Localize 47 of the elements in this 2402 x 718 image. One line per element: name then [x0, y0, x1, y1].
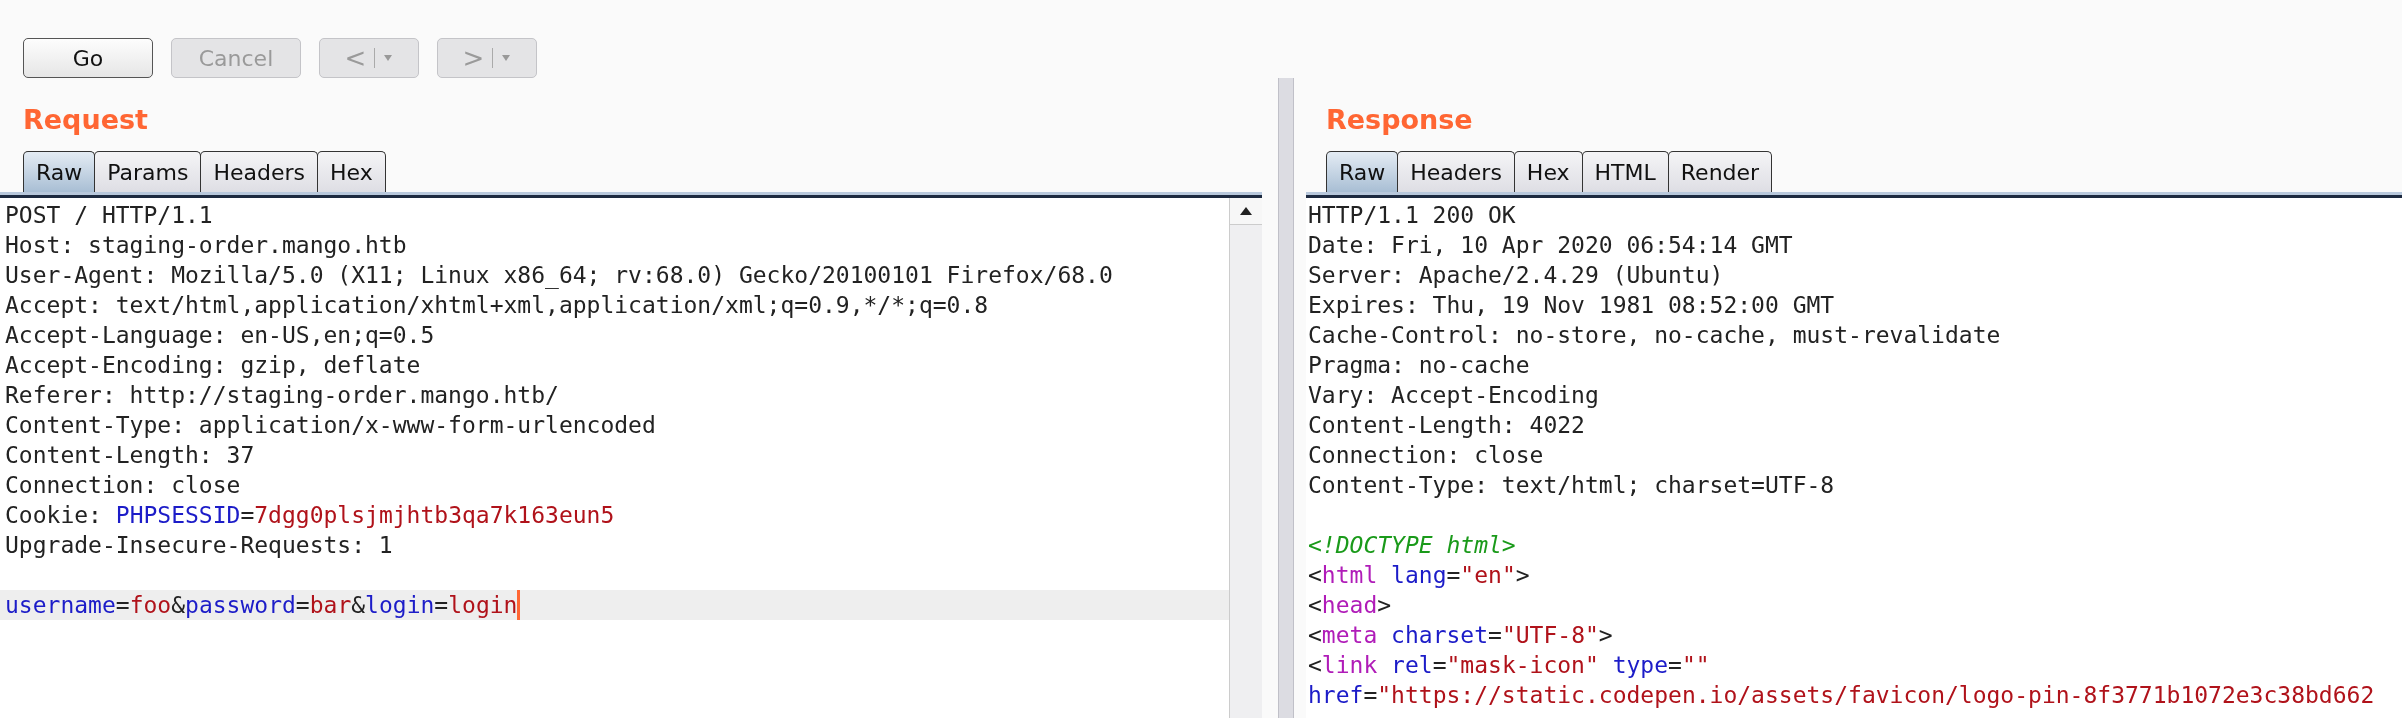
- code-line: href="https://static.codepen.io/assets/favicon/logo-pin-8f3771b1072e3c38bd662: [1307, 681, 2375, 710]
- code-line: Content-Type: application/x-www-form-urlencoded: [4, 411, 656, 440]
- scroll-up-button[interactable]: [1230, 198, 1262, 225]
- code-line: User-Agent: Mozilla/5.0 (X11; Linux x86_64; rv:68.0) Gecko/20100101 Firefox/68.0: [4, 261, 1113, 290]
- code-line: Connection: close: [1307, 441, 1544, 470]
- code-line: Host: staging-order.mango.htb: [4, 231, 407, 260]
- code-line: Date: Fri, 10 Apr 2020 06:54:14 GMT: [1307, 231, 1793, 260]
- pane-title: Request: [23, 104, 149, 137]
- code-line: Vary: Accept-Encoding: [1307, 381, 1599, 410]
- vertical-scrollbar[interactable]: [1229, 198, 1262, 718]
- code-line: Referer: http://staging-order.mango.htb/: [4, 381, 559, 410]
- toolbar-button[interactable]: Go: [23, 38, 153, 78]
- code-line: Accept: text/html,application/xhtml+xml,application/xml;q=0.9,*/*;q=0.8: [4, 291, 989, 320]
- code-line: Cache-Control: no-store, no-cache, must-revalidate: [1307, 321, 2001, 350]
- code-line: POST / HTTP/1.1: [4, 201, 213, 230]
- code-line: <link rel="mask-icon" type="": [1307, 651, 1710, 680]
- up-arrow-icon: [1239, 206, 1253, 216]
- code-line: <html lang="en">: [1307, 561, 1530, 590]
- code-line: Expires: Thu, 19 Nov 1981 08:52:00 GMT: [1307, 291, 1835, 320]
- code-line: <head>: [1307, 591, 1392, 620]
- code-line: Server: Apache/2.4.29 (Ubuntu): [1307, 261, 1724, 290]
- tab[interactable]: Hex: [1513, 151, 1583, 192]
- code-line: Upgrade-Insecure-Requests: 1: [4, 531, 393, 560]
- tab[interactable]: Raw: [23, 151, 96, 192]
- code-line: Content-Type: text/html; charset=UTF-8: [1307, 471, 1835, 500]
- code-line: Accept-Language: en-US,en;q=0.5: [4, 321, 435, 350]
- code-line: <!DOCTYPE html>: [1307, 531, 1516, 560]
- code-line: username=foo&password=bar&login=login: [0, 590, 521, 620]
- code-line: Pragma: no-cache: [1307, 351, 1530, 380]
- tab[interactable]: Render: [1667, 151, 1773, 192]
- code-line: Content-Length: 4022: [1307, 411, 1585, 440]
- tab[interactable]: HTML: [1581, 151, 1669, 192]
- code-line: Accept-Encoding: gzip, deflate: [4, 351, 421, 380]
- code-line: HTTP/1.1 200 OK: [1307, 201, 1516, 230]
- caret-icon: [383, 54, 394, 62]
- caret-icon: [501, 54, 512, 62]
- code-line: <meta charset="UTF-8">: [1307, 621, 1613, 650]
- code-line: Cookie: PHPSESSID=7dgg0plsjmjhtb3qa7k163eun5: [4, 501, 615, 530]
- tab[interactable]: Headers: [1397, 151, 1515, 192]
- code-line: Content-Length: 37: [4, 441, 255, 470]
- tab[interactable]: Params: [94, 151, 202, 192]
- request-editor[interactable]: [0, 195, 1262, 718]
- code-line: Connection: close: [4, 471, 241, 500]
- tab[interactable]: Headers: [200, 151, 319, 192]
- pane-title: Response: [1326, 104, 1474, 137]
- tab[interactable]: Hex: [317, 151, 386, 192]
- tab[interactable]: Raw: [1326, 151, 1399, 192]
